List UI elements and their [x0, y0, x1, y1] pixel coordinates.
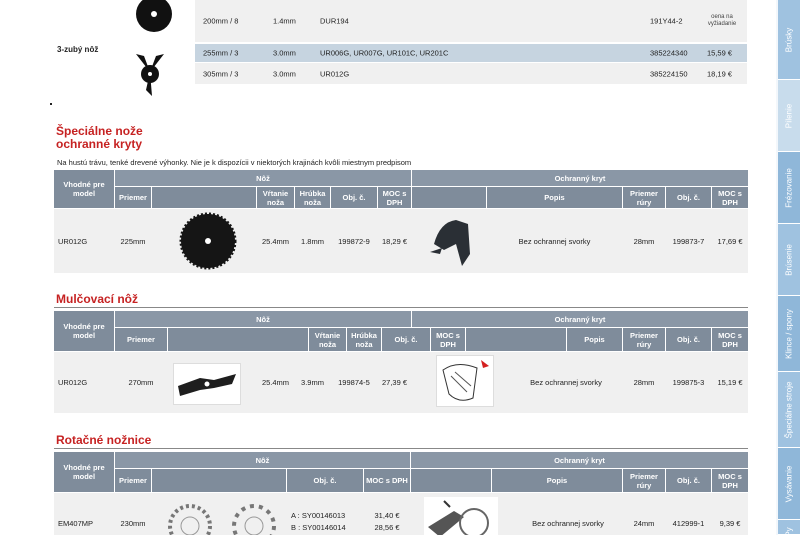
- model-cell: UR012G: [58, 236, 88, 246]
- table-row: 200mm / 8 1.4mm DUR194 191Y44-2 oena na …: [195, 0, 747, 42]
- toothed-blade-image: [179, 212, 237, 270]
- header-suitable: Vhodné pre model: [54, 170, 114, 208]
- header-bore: Vŕtanie noža: [257, 187, 294, 208]
- divider: [54, 307, 748, 308]
- mulching-blade-image: [173, 363, 241, 405]
- top-product-table: 200mm / 8 1.4mm DUR194 191Y44-2 oena na …: [195, 0, 747, 84]
- table-row: 305mm / 3 3.0mm UR012G 385224150 18,19 €: [195, 63, 747, 84]
- header-image: [152, 187, 256, 208]
- rotary-shear-blades-image: [168, 504, 276, 535]
- table-row: 255mm / 3 3.0mm UR006G, UR007G, UR101C, …: [195, 44, 747, 62]
- header-description: Popis: [487, 187, 622, 208]
- round-blade-image: [136, 0, 172, 32]
- header-price: MOC s DPH: [378, 187, 411, 208]
- section-title-mulching: Mulčovací nôž: [56, 292, 139, 306]
- divider: [54, 448, 748, 449]
- three-tooth-blade-image: [136, 54, 164, 96]
- header-tube: Priemer rúry: [623, 187, 665, 208]
- side-tab-brusky[interactable]: Brúsky: [778, 0, 800, 80]
- side-tab-pilenie[interactable]: Pílenie: [778, 80, 800, 152]
- side-tab-vysavanie[interactable]: Vysávanie: [778, 448, 800, 520]
- header-code: Obj. č.: [331, 187, 377, 208]
- section-title-rotary-shears: Rotačné nožnice: [56, 433, 152, 447]
- section-description: Na hustú trávu, tenké drevené výhonky. N…: [57, 158, 412, 167]
- header-knife: Nôž: [115, 170, 411, 186]
- side-tab-klince[interactable]: Klince / spony: [778, 296, 800, 372]
- special-blades-table: Vhodné pre model Nôž Ochranný kryt Priem…: [54, 170, 748, 273]
- header-guard: Ochranný kryt: [412, 170, 748, 186]
- side-tab-brusenie[interactable]: Brúsenie: [778, 224, 800, 296]
- three-tooth-label: 3-zubý nôž: [57, 45, 99, 54]
- header-guard-price: MOC s DPH: [712, 187, 748, 208]
- header-diameter: Priemer: [115, 187, 151, 208]
- header-guard-code: Obj. č.: [666, 187, 711, 208]
- rotary-guard-image: [424, 497, 498, 535]
- guard-image: [430, 220, 470, 266]
- bullet-dot: [50, 103, 52, 105]
- header-thickness: Hrúbka noža: [295, 187, 330, 208]
- rotary-shears-table: Vhodné pre model Nôž Ochranný kryt Priem…: [54, 452, 748, 535]
- header-guard-image: [412, 187, 486, 208]
- side-navigation: Brúsky Pílenie Frézovanie Brúsenie Klinc…: [776, 0, 800, 535]
- side-tab-specialne[interactable]: Špeciálne stroje: [778, 372, 800, 448]
- guard-sketch-image: [436, 355, 494, 407]
- section-title-special-blades: Špeciálne nože ochranné kryty: [56, 124, 143, 151]
- side-tab-frezovanie[interactable]: Frézovanie: [778, 152, 800, 224]
- mulching-table: Vhodné pre model Nôž Ochranný kryt Priem…: [54, 311, 748, 413]
- side-tab-py[interactable]: Py: [778, 520, 800, 535]
